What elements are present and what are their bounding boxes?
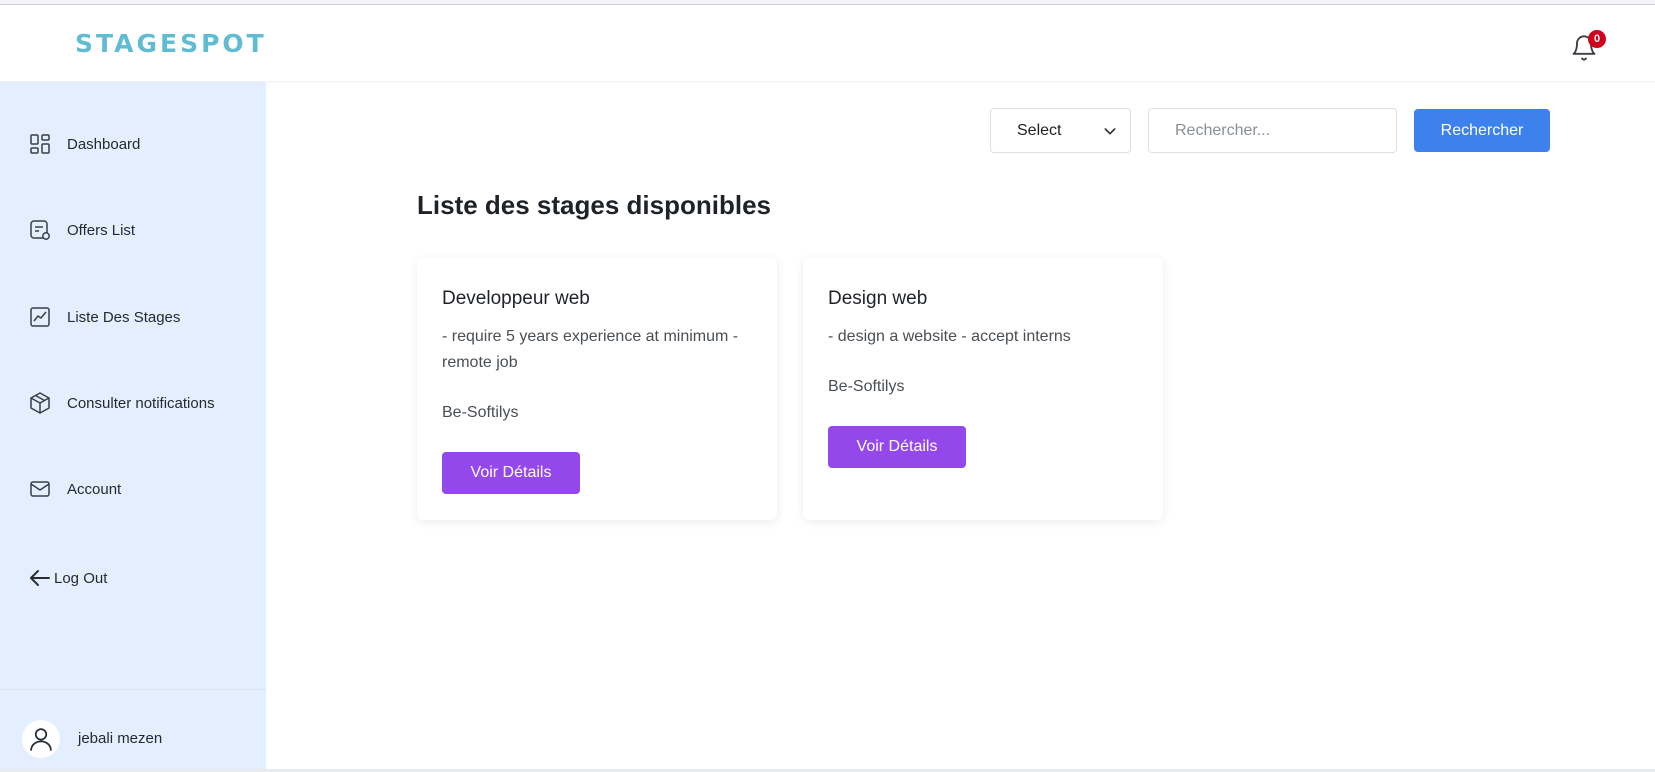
dashboard-icon bbox=[30, 134, 50, 154]
chart-icon bbox=[30, 307, 50, 327]
card-description: - require 5 years experience at minimum … bbox=[442, 328, 739, 371]
top-header: STAGESPOT 0 bbox=[0, 5, 1655, 82]
card-company: Be-Softilys bbox=[442, 404, 519, 421]
avatar[interactable] bbox=[22, 720, 60, 758]
logout-label: Log Out bbox=[54, 569, 108, 587]
search-button[interactable]: Rechercher bbox=[1414, 109, 1550, 152]
card-company: Be-Softilys bbox=[828, 378, 905, 395]
sidebar-item-label: Consulter notifications bbox=[67, 394, 215, 412]
card-description: - design a website - accept interns bbox=[828, 328, 1071, 345]
sidebar-item-label: Account bbox=[67, 480, 122, 498]
arrow-left-icon bbox=[30, 570, 50, 586]
sidebar-item-label: Offers List bbox=[67, 221, 136, 239]
internship-card: Developpeur web - require 5 years experi… bbox=[417, 258, 777, 520]
filter-select[interactable]: Select bbox=[990, 108, 1131, 153]
logout-button[interactable]: Log Out bbox=[28, 564, 107, 592]
sidebar: Dashboard Offers List Liste Des Stages C… bbox=[0, 82, 266, 772]
app-logo[interactable]: STAGESPOT bbox=[75, 29, 267, 58]
sidebar-item-label: Dashboard bbox=[67, 135, 141, 153]
sidebar-item-account[interactable]: Account bbox=[28, 475, 121, 503]
sidebar-item-label: Liste Des Stages bbox=[67, 308, 181, 326]
offers-icon bbox=[30, 220, 50, 240]
sidebar-item-consulter-notifications[interactable]: Consulter notifications bbox=[28, 389, 215, 417]
box-icon bbox=[30, 392, 50, 414]
voir-details-button[interactable]: Voir Détails bbox=[442, 452, 580, 494]
user-icon bbox=[30, 728, 52, 751]
sidebar-item-offers-list[interactable]: Offers List bbox=[28, 216, 135, 244]
search-input[interactable] bbox=[1148, 108, 1397, 153]
user-name: jebali mezen bbox=[78, 730, 163, 747]
notification-count-badge: 0 bbox=[1588, 30, 1606, 48]
voir-details-button[interactable]: Voir Détails bbox=[828, 426, 966, 468]
filter-select-value: Select bbox=[1017, 121, 1062, 139]
chevron-down-icon bbox=[1104, 128, 1116, 135]
sidebar-item-dashboard[interactable]: Dashboard bbox=[28, 130, 140, 158]
card-title: Design web bbox=[828, 288, 928, 309]
sidebar-item-liste-des-stages[interactable]: Liste Des Stages bbox=[28, 303, 180, 331]
mail-icon bbox=[30, 481, 50, 497]
card-title: Developpeur web bbox=[442, 288, 590, 309]
internship-card: Design web - design a website - accept i… bbox=[803, 258, 1163, 520]
page-title: Liste des stages disponibles bbox=[417, 190, 771, 220]
user-profile[interactable]: jebali mezen bbox=[0, 689, 266, 772]
